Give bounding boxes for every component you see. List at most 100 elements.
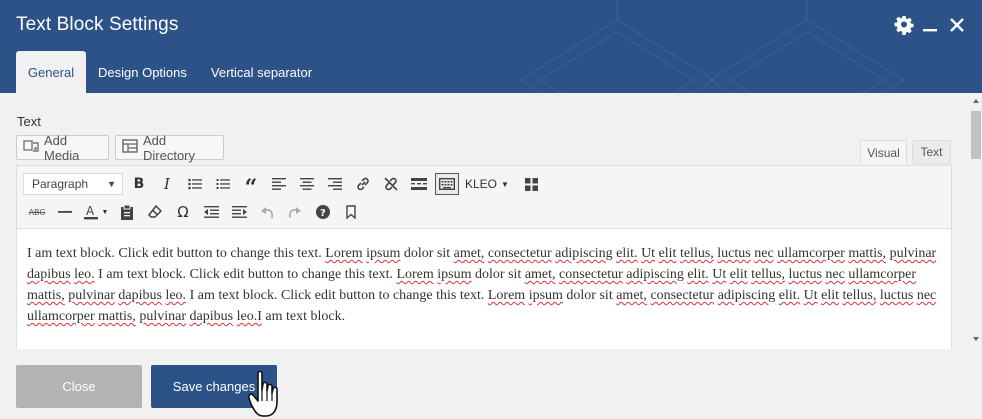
- directory-icon: [122, 139, 138, 156]
- misspelled-word: elit.: [778, 288, 801, 303]
- misspelled-word: luctus: [879, 288, 914, 303]
- bullet-list-icon[interactable]: [181, 171, 209, 197]
- toolbar-toggle-icon[interactable]: [435, 173, 459, 195]
- link-icon[interactable]: [349, 171, 377, 197]
- kleo-label: KLEO: [465, 177, 498, 191]
- add-directory-label: Add Directory: [143, 132, 196, 163]
- misspelled-word: elit: [821, 288, 840, 303]
- misspelled-word: elit.: [616, 246, 638, 261]
- indent-icon[interactable]: [225, 199, 253, 225]
- misspelled-word: consectetur: [559, 267, 623, 282]
- outdent-icon[interactable]: [197, 199, 225, 225]
- scroll-up-icon[interactable]: [973, 99, 979, 103]
- hand-pointer-cursor-icon: [248, 370, 278, 417]
- misspelled-word: pulvinar: [68, 288, 115, 303]
- misspelled-word: tellus,: [679, 246, 714, 261]
- misspelled-word: leo.: [74, 267, 95, 282]
- add-media-label: Add Media: [44, 132, 80, 163]
- modal-body: Text Add Media Add Directory Visual Text…: [0, 93, 970, 349]
- add-media-icon: [23, 139, 39, 156]
- scrollbar-thumb[interactable]: [971, 111, 981, 159]
- align-left-icon[interactable]: [265, 171, 293, 197]
- misspelled-word: ullamcorper: [777, 246, 845, 261]
- misspelled-word: ipsum: [366, 246, 401, 261]
- misspelled-word: elit: [729, 267, 748, 282]
- misspelled-word: dapibus: [118, 288, 162, 303]
- misspelled-word: pulvinar: [139, 309, 187, 324]
- bold-icon[interactable]: B: [125, 171, 153, 197]
- tab-general[interactable]: General: [16, 51, 86, 93]
- misspelled-word: ullamcorper: [27, 309, 95, 324]
- special-character-icon[interactable]: Ω: [169, 199, 197, 225]
- align-center-icon[interactable]: [293, 171, 321, 197]
- misspelled-word: luctus: [788, 267, 822, 282]
- text-field-label: Text: [17, 114, 41, 129]
- chevron-down-icon: ▼: [501, 179, 509, 189]
- tab-design-options[interactable]: Design Options: [86, 51, 199, 93]
- misspelled-word: nec: [825, 267, 845, 282]
- misspelled-word: luctus: [717, 246, 751, 261]
- text-mode-tab[interactable]: Text: [912, 140, 951, 164]
- misspelled-word: mattis,: [98, 309, 136, 324]
- misspelled-word: tellus,: [751, 267, 785, 282]
- add-media-button[interactable]: Add Media: [16, 132, 109, 163]
- format-select[interactable]: Paragraph ▼: [23, 173, 123, 195]
- editor-toolbar: Paragraph ▼ B I “ KLEO ▼ ABC A ▼ Ω ?: [17, 166, 951, 229]
- misspelled-word: consectetur: [487, 246, 552, 261]
- misspelled-word: consectetur: [650, 288, 715, 303]
- unlink-icon[interactable]: [377, 171, 405, 197]
- grid-icon[interactable]: [517, 171, 545, 197]
- misspelled-word: adipiscing: [555, 246, 613, 261]
- editor-content[interactable]: I am text block. Click edit button to ch…: [27, 243, 942, 327]
- italic-icon[interactable]: I: [153, 171, 181, 197]
- redo-icon[interactable]: [281, 199, 309, 225]
- help-icon[interactable]: ?: [309, 199, 337, 225]
- misspelled-word: mattis,: [27, 288, 65, 303]
- misspelled-word: leo.I: [236, 309, 262, 324]
- clear-formatting-icon[interactable]: [141, 199, 169, 225]
- toolbar-row-1: Paragraph ▼ B I “ KLEO ▼: [23, 171, 545, 201]
- misspelled-word: Lorem: [325, 246, 363, 261]
- toolbar-row-2: ABC A ▼ Ω ?: [23, 199, 365, 225]
- paste-as-text-icon[interactable]: [113, 199, 141, 225]
- modal-footer: Close Save changes: [0, 349, 982, 419]
- text-color-icon[interactable]: A ▼: [79, 199, 113, 225]
- bookmark-icon[interactable]: [337, 199, 365, 225]
- blockquote-icon[interactable]: “: [237, 171, 265, 201]
- svg-text:A: A: [86, 204, 95, 218]
- misspelled-word: ipsum: [528, 288, 563, 303]
- misspelled-word: dapibus: [27, 267, 71, 282]
- close-icon[interactable]: [946, 14, 968, 36]
- align-right-icon[interactable]: [321, 171, 349, 197]
- chevron-down-icon: ▼: [101, 208, 109, 216]
- misspelled-word: nec: [916, 288, 937, 303]
- scrollbar[interactable]: [970, 93, 982, 349]
- numbered-list-icon[interactable]: [209, 171, 237, 197]
- misspelled-word: ipsum: [437, 267, 472, 282]
- undo-icon[interactable]: [253, 199, 281, 225]
- minimize-icon[interactable]: [919, 14, 941, 36]
- misspelled-word: mattis,: [848, 246, 887, 261]
- misspelled-word: Ut: [803, 288, 818, 303]
- gear-icon[interactable]: [893, 14, 915, 36]
- visual-mode-tab[interactable]: Visual: [860, 140, 907, 164]
- tab-vertical-separator[interactable]: Vertical separator: [199, 51, 324, 93]
- horizontal-line-icon[interactable]: [51, 199, 79, 225]
- format-select-value: Paragraph: [32, 177, 89, 191]
- modal-header: Text Block Settings General Design Optio…: [0, 0, 982, 93]
- misspelled-word: adipiscing: [626, 267, 684, 282]
- misspelled-word: nec: [754, 246, 774, 261]
- misspelled-word: amet,: [616, 288, 647, 303]
- strikethrough-icon[interactable]: ABC: [23, 199, 51, 225]
- close-button[interactable]: Close: [16, 365, 142, 408]
- misspelled-word: Lorem: [487, 288, 526, 303]
- misspelled-word: Lorem: [396, 267, 434, 282]
- scroll-down-icon[interactable]: [973, 337, 979, 341]
- read-more-icon[interactable]: [405, 171, 433, 197]
- misspelled-word: elit.: [687, 267, 709, 282]
- kleo-dropdown[interactable]: KLEO ▼: [461, 171, 517, 197]
- misspelled-word: amet,: [524, 267, 556, 282]
- add-directory-button[interactable]: Add Directory: [115, 132, 224, 163]
- misspelled-word: Ut: [641, 246, 656, 261]
- modal-title: Text Block Settings: [16, 14, 179, 35]
